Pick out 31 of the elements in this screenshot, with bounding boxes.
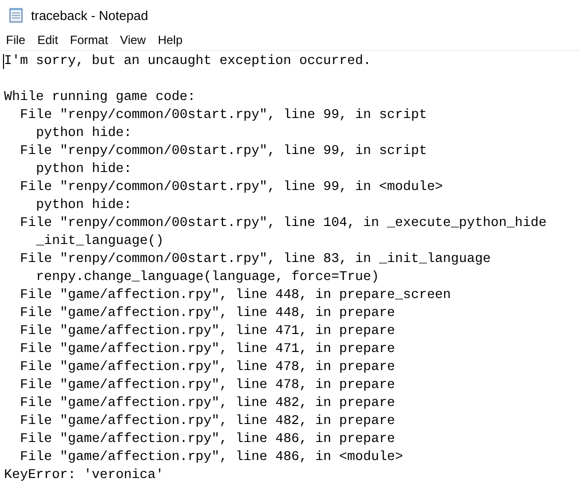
traceback-frame: File "renpy/common/00start.rpy", line 99, in script: [4, 142, 427, 160]
source-line: python hide:: [35, 124, 132, 142]
menu-item[interactable]: File: [0, 30, 32, 50]
traceback-frame: File "game/affection.rpy", line 478, in prepare: [4, 376, 396, 394]
traceback-frame: File "renpy/common/00start.rpy", line 104, in _execute_python_hide: [4, 214, 547, 232]
traceback-frame: File "game/affection.rpy", line 448, in prepare: [4, 304, 396, 322]
traceback-heading: While running game code:: [4, 88, 196, 106]
traceback-frame: File "game/affection.rpy", line 471, in prepare: [4, 322, 396, 340]
exception-line: KeyError: 'veronica': [4, 466, 164, 484]
traceback-frame: File "game/affection.rpy", line 478, in prepare: [4, 358, 396, 376]
source-line: python hide:: [35, 160, 132, 178]
traceback-frame: File "game/affection.rpy", line 486, in prepare: [4, 430, 396, 448]
traceback-frame: File "renpy/common/00start.rpy", line 99, in script: [4, 106, 427, 124]
source-line: _init_language(): [35, 232, 164, 250]
window-title: traceback - Notepad: [31, 8, 148, 22]
traceback-frame: File "game/affection.rpy", line 448, in prepare_screen: [4, 286, 451, 304]
traceback-frame: File "game/affection.rpy", line 482, in prepare: [4, 394, 396, 412]
source-line: renpy.change_language(language, force=True): [35, 268, 380, 286]
notepad-icon: [8, 7, 24, 23]
traceback-frame: File "game/affection.rpy", line 482, in prepare: [4, 412, 396, 430]
text-cursor: [3, 54, 4, 68]
traceback-frame: File "renpy/common/00start.rpy", line 83, in _init_language: [4, 250, 491, 268]
source-line: python hide:: [35, 196, 132, 214]
menu-item[interactable]: Edit: [31, 30, 64, 50]
traceback-frame: File "renpy/common/00start.rpy", line 99, in <module>: [4, 178, 443, 196]
error-message: I'm sorry, but an uncaught exception occurred.: [4, 52, 372, 70]
menu-item[interactable]: Format: [64, 30, 114, 50]
menu-item[interactable]: Help: [152, 30, 189, 50]
traceback-frame: File "game/affection.rpy", line 486, in <module>: [4, 448, 404, 466]
menu-item[interactable]: View: [114, 30, 152, 50]
traceback-frame: File "game/affection.rpy", line 471, in prepare: [4, 340, 396, 358]
